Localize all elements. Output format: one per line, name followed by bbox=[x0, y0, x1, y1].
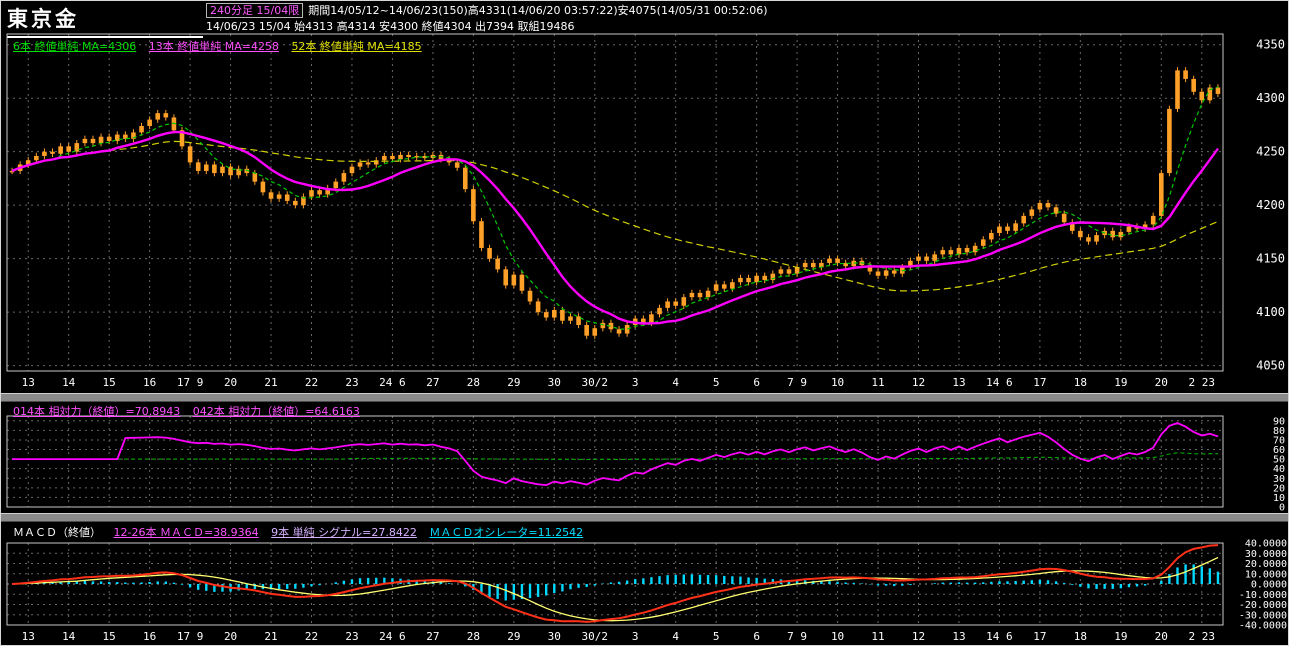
svg-text:18: 18 bbox=[1074, 630, 1087, 643]
svg-text:11: 11 bbox=[871, 376, 884, 389]
svg-text:21: 21 bbox=[264, 376, 277, 389]
rsi-legend: 014本 相対力（終値）=70.8943 042本 相対力（終値）=64.616… bbox=[13, 403, 369, 419]
svg-text:20: 20 bbox=[1155, 376, 1168, 389]
svg-text:17: 17 bbox=[1033, 630, 1046, 643]
period-range-info: 期間14/05/12~14/06/23(150)高4331(14/06/20 0… bbox=[308, 4, 768, 17]
svg-text:-40.0000: -40.0000 bbox=[1239, 621, 1287, 632]
rsi-chart[interactable]: 9080706050403020100 bbox=[1, 415, 1289, 511]
svg-text:13: 13 bbox=[952, 376, 965, 389]
svg-text:4: 4 bbox=[672, 376, 679, 389]
panel-separator bbox=[1, 393, 1288, 402]
svg-text:13: 13 bbox=[952, 630, 965, 643]
rsi42-legend[interactable]: 042本 相対力（終値）=64.6163 bbox=[193, 405, 360, 418]
svg-text:22: 22 bbox=[305, 376, 318, 389]
svg-text:10: 10 bbox=[831, 630, 844, 643]
svg-text:7 9: 7 9 bbox=[787, 630, 807, 643]
svg-text:4050: 4050 bbox=[1256, 359, 1285, 373]
svg-text:0: 0 bbox=[1279, 503, 1285, 512]
svg-text:16: 16 bbox=[143, 376, 156, 389]
svg-text:4250: 4250 bbox=[1256, 145, 1285, 159]
svg-text:12: 12 bbox=[912, 630, 925, 643]
oscillator-value-legend[interactable]: ＭＡＣＤオシレータ=11.2542 bbox=[429, 526, 583, 539]
svg-text:30: 30 bbox=[548, 376, 561, 389]
svg-text:23: 23 bbox=[345, 376, 358, 389]
svg-text:11: 11 bbox=[871, 630, 884, 643]
candlestick-chart[interactable]: 13 14 15 16 17 9 20 21 22 23 24 6 27 28 29 30 30/2 3 4 5 6… bbox=[1, 33, 1289, 393]
svg-text:5: 5 bbox=[713, 376, 720, 389]
svg-text:4150: 4150 bbox=[1256, 252, 1285, 266]
svg-text:18: 18 bbox=[1074, 376, 1087, 389]
svg-text:4100: 4100 bbox=[1256, 305, 1285, 319]
svg-text:4300: 4300 bbox=[1256, 91, 1285, 105]
svg-text:3: 3 bbox=[632, 630, 639, 643]
svg-text:24 6: 24 6 bbox=[379, 630, 406, 643]
svg-text:14: 14 bbox=[62, 376, 76, 389]
svg-text:10: 10 bbox=[831, 376, 844, 389]
svg-text:14 6: 14 6 bbox=[986, 630, 1013, 643]
timeframe-contract-selector[interactable]: 240分足 15/04限 bbox=[206, 3, 304, 18]
svg-text:27: 27 bbox=[426, 376, 439, 389]
svg-text:4200: 4200 bbox=[1256, 198, 1285, 212]
svg-text:20: 20 bbox=[1155, 630, 1168, 643]
ma6-legend[interactable]: 6本 終値単純 MA=4306 bbox=[13, 40, 136, 53]
rsi14-legend[interactable]: 014本 相対力（終値）=70.8943 bbox=[13, 405, 180, 418]
svg-text:17: 17 bbox=[1033, 376, 1046, 389]
quote-line: 14/06/23 15/04 始4313 高4314 安4300 終値4304 … bbox=[206, 20, 575, 33]
ma13-legend[interactable]: 13本 終値単純 MA=4258 bbox=[149, 40, 279, 53]
svg-text:29: 29 bbox=[507, 630, 520, 643]
svg-text:30: 30 bbox=[548, 630, 561, 643]
svg-text:2 23: 2 23 bbox=[1189, 630, 1216, 643]
svg-text:23: 23 bbox=[345, 630, 358, 643]
svg-text:4: 4 bbox=[672, 630, 679, 643]
svg-text:19: 19 bbox=[1114, 376, 1127, 389]
svg-text:28: 28 bbox=[467, 376, 480, 389]
macd-legend: ＭＡＣＤ（終値） 12-26本 ＭＡＣＤ=38.9364 9本 単純 シグナル=… bbox=[13, 524, 592, 540]
svg-text:16: 16 bbox=[143, 630, 156, 643]
svg-text:21: 21 bbox=[264, 630, 277, 643]
svg-text:15: 15 bbox=[103, 630, 116, 643]
svg-text:12: 12 bbox=[912, 376, 925, 389]
svg-text:14 6: 14 6 bbox=[986, 376, 1013, 389]
svg-text:28: 28 bbox=[467, 630, 480, 643]
svg-text:2 23: 2 23 bbox=[1189, 376, 1216, 389]
svg-text:6: 6 bbox=[753, 376, 760, 389]
svg-text:14: 14 bbox=[62, 630, 76, 643]
svg-text:19: 19 bbox=[1114, 630, 1127, 643]
svg-text:13: 13 bbox=[22, 376, 35, 389]
svg-text:24 6: 24 6 bbox=[379, 376, 406, 389]
panel-separator bbox=[1, 513, 1288, 522]
svg-text:13: 13 bbox=[22, 630, 35, 643]
svg-text:4350: 4350 bbox=[1256, 38, 1285, 52]
ma52-legend[interactable]: 52本 終値単純 MA=4185 bbox=[291, 40, 421, 53]
svg-text:30/2: 30/2 bbox=[582, 376, 609, 389]
svg-text:3: 3 bbox=[632, 376, 639, 389]
svg-text:27: 27 bbox=[426, 630, 439, 643]
svg-text:30/2: 30/2 bbox=[582, 630, 609, 643]
signal-value-legend[interactable]: 9本 単純 シグナル=27.8422 bbox=[271, 526, 417, 539]
svg-text:5: 5 bbox=[713, 630, 720, 643]
svg-text:17 9: 17 9 bbox=[177, 376, 204, 389]
svg-text:20: 20 bbox=[224, 376, 237, 389]
svg-text:29: 29 bbox=[507, 376, 520, 389]
svg-text:17 9: 17 9 bbox=[177, 630, 204, 643]
macd-chart[interactable]: 13 14 15 16 17 9 20 21 22 23 24 6 27 28 29 30 30/2 3 4 5 6… bbox=[1, 539, 1289, 646]
macd-value-legend[interactable]: 12-26本 ＭＡＣＤ=38.9364 bbox=[114, 526, 259, 539]
svg-text:20: 20 bbox=[224, 630, 237, 643]
header-line-1: 240分足 15/04限 期間14/05/12~14/06/23(150)高433… bbox=[206, 2, 768, 18]
chart-window: 東京金 240分足 15/04限 期間14/05/12~14/06/23(150)… bbox=[0, 0, 1289, 646]
svg-text:7 9: 7 9 bbox=[787, 376, 807, 389]
svg-text:22: 22 bbox=[305, 630, 318, 643]
macd-title: ＭＡＣＤ（終値） bbox=[13, 526, 101, 539]
svg-text:15: 15 bbox=[103, 376, 116, 389]
svg-text:6: 6 bbox=[753, 630, 760, 643]
ma-legend: 6本 終値単純 MA=4306 13本 終値単純 MA=4258 52本 終値単… bbox=[13, 38, 431, 54]
